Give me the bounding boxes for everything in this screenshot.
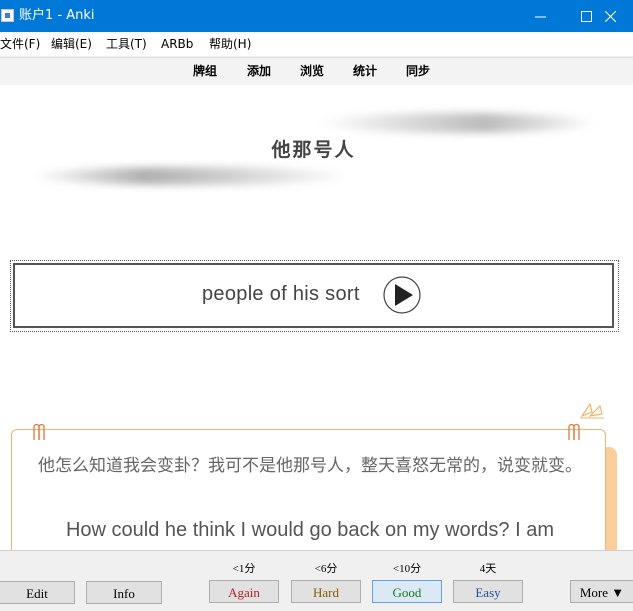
binder-clip-icon [33,423,45,440]
anki-app-icon [1,9,14,22]
again-button[interactable]: Again [209,580,279,603]
toolbar-decks[interactable]: 牌组 [193,64,217,78]
close-button[interactable] [587,0,633,32]
toolbar-add[interactable]: 添加 [247,64,271,78]
title-bar: 账户1 - Anki [0,0,633,32]
play-audio-icon[interactable] [383,276,421,314]
more-button[interactable]: More ▼ [570,580,633,603]
leaf-decoration-icon [580,402,604,419]
easy-interval: 4天 [479,563,497,575]
example-sentence-english: How could he think I would go back on my… [65,519,555,541]
hard-button[interactable]: Hard [291,580,361,603]
menu-help[interactable]: 帮助(H) [209,37,251,51]
hard-interval: <6分 [314,563,338,575]
toolbar-sync[interactable]: 同步 [406,64,430,78]
toolbar-stats[interactable]: 统计 [353,64,377,78]
decorative-shadow-bottom [32,167,352,185]
menu-arbb[interactable]: ARBb [161,37,193,51]
menu-bar: 文件(F) 编辑(E) 工具(T) ARBb 帮助(H) [0,32,633,57]
decorative-shadow-top [316,113,598,133]
toolbar-browse[interactable]: 浏览 [300,64,324,78]
close-icon [605,11,616,22]
window-title: 账户1 - Anki [19,8,95,23]
card-view: 他那号人 people of his sort 他怎么知道我会变卦？我可不是他那… [0,85,633,550]
good-interval: <10分 [392,563,422,575]
example-sentence-chinese: 他怎么知道我会变卦？我可不是他那号人，整天喜怒无常的，说变就变。 [38,456,582,476]
good-button[interactable]: Good [372,580,442,603]
again-interval: <1分 [232,563,256,575]
menu-tools[interactable]: 工具(T) [106,37,147,51]
audio-phrase: people of his sort [202,283,360,305]
minimize-icon [535,16,546,18]
card-front-word: 他那号人 [271,139,356,161]
minimize-button[interactable] [517,0,563,32]
menu-file[interactable]: 文件(F) [0,37,40,51]
binder-clip-icon [568,423,580,440]
info-button[interactable]: Info [86,581,162,604]
review-bottom-bar: Edit Info <1分 <6分 <10分 4天 Again Hard Goo… [0,550,633,611]
easy-button[interactable]: Easy [453,580,523,603]
main-toolbar: 牌组 添加 浏览 统计 同步 [0,57,633,86]
edit-button[interactable]: Edit [0,581,75,604]
menu-edit[interactable]: 编辑(E) [51,37,92,51]
